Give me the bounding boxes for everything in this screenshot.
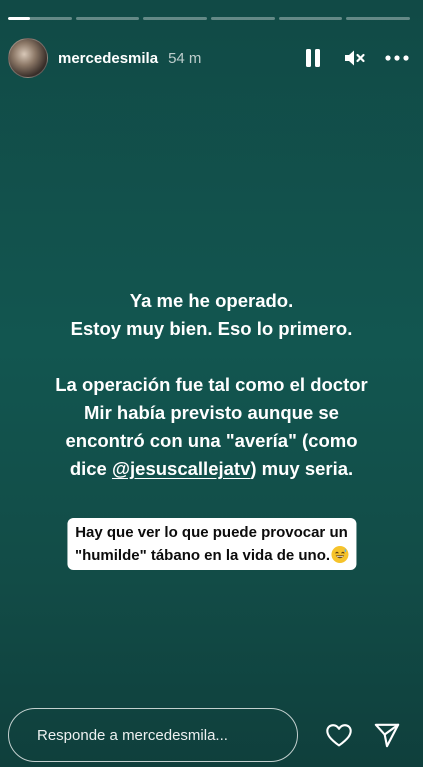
progress-segment: [8, 17, 72, 20]
more-options-button[interactable]: [384, 45, 410, 71]
text-sticker: Hay que ver lo que puede provocar un "hu…: [66, 518, 357, 570]
caption-line: encontró con una "avería" (como: [65, 430, 358, 451]
caption-text: ) muy seria.: [250, 458, 354, 479]
pause-icon: [306, 49, 320, 67]
caption-line: Mir había previsto aunque se: [84, 402, 339, 423]
caption-line: dice @jesuscallejatv) muy seria.: [20, 455, 403, 483]
sticker-line: Hay que ver lo que puede provocar un: [75, 524, 348, 541]
heart-icon: [326, 723, 352, 747]
story-viewer: mercedesmila 54 m Ya me he operado. Esto…: [0, 0, 423, 767]
caption-line: Estoy muy bien. Eso lo primero.: [70, 318, 353, 339]
username-link[interactable]: mercedesmila: [58, 50, 158, 67]
progress-segment: [211, 17, 275, 20]
progress-segment: [75, 17, 140, 20]
send-icon: [374, 723, 400, 748]
mute-button[interactable]: [342, 45, 368, 71]
header-actions: [300, 45, 410, 71]
like-button[interactable]: [326, 722, 352, 748]
progress-segment: [346, 17, 411, 20]
sticker-text: "humilde" tábano en la vida de uno.: [74, 547, 331, 564]
pause-button[interactable]: [300, 45, 326, 71]
mention-link[interactable]: @jesuscallejatv: [112, 458, 250, 479]
mute-icon: [345, 50, 365, 66]
story-progress-bars: [8, 17, 411, 20]
reply-input[interactable]: [35, 725, 289, 745]
sticker-line-2: "humilde" tábano en la vida de uno.: [74, 544, 349, 567]
caption-line: Ya me he operado.: [129, 290, 294, 311]
story-header: mercedesmila 54 m: [8, 37, 410, 79]
progress-fill: [8, 17, 31, 20]
time-ago: 54 m: [168, 49, 202, 67]
more-icon: [385, 55, 409, 61]
avatar[interactable]: [8, 38, 48, 78]
grinning-sweat-emoji-icon: [331, 546, 349, 563]
progress-segment: [278, 17, 343, 20]
caption-line: La operación fue tal como el doctor: [55, 374, 368, 395]
footer-actions: [326, 722, 400, 748]
story-caption: Ya me he operado. Estoy muy bien. Eso lo…: [20, 287, 403, 483]
reply-field[interactable]: [8, 708, 298, 762]
caption-text: dice: [69, 458, 112, 479]
share-button[interactable]: [374, 722, 400, 748]
story-footer: [8, 707, 410, 763]
progress-segment: [143, 17, 208, 20]
